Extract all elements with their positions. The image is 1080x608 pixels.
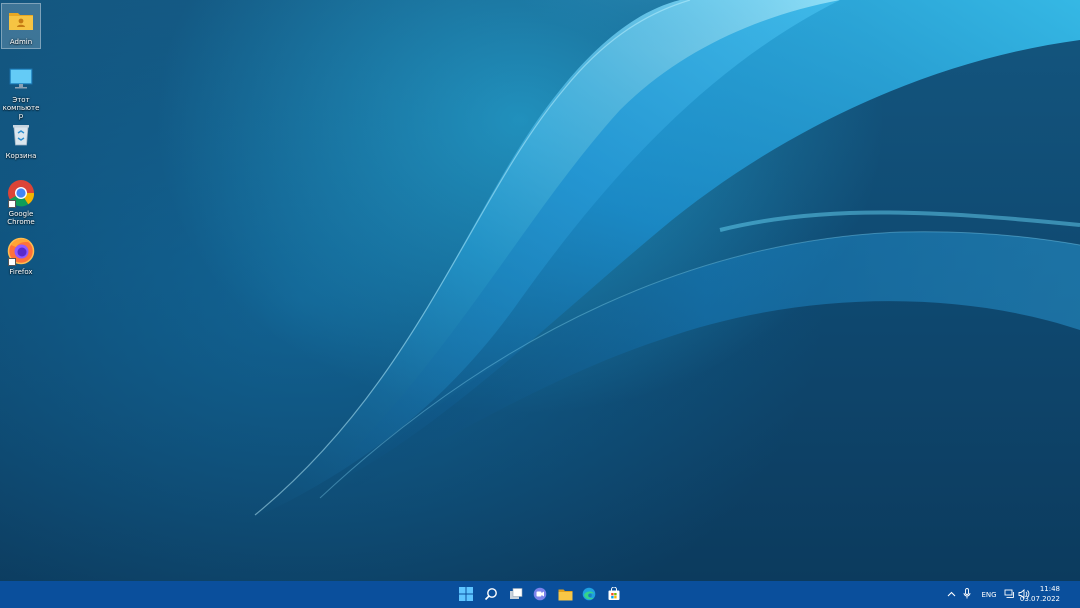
desktop-icon-this-pc[interactable]: Этот компьютер (2, 62, 40, 122)
input-language-button[interactable]: ENG (978, 585, 1000, 604)
network-icon (1004, 589, 1015, 601)
teams-chat-icon (533, 586, 547, 605)
clock[interactable]: 11:48 03.07.2022 (1020, 584, 1060, 604)
desktop-icon-admin[interactable]: Admin (1, 3, 41, 49)
chevron-up-icon (947, 591, 956, 599)
network-button[interactable] (1002, 585, 1016, 604)
search-button[interactable] (480, 584, 502, 606)
microphone-button[interactable] (960, 585, 974, 604)
shortcut-arrow-icon (8, 200, 16, 208)
desktop[interactable]: Admin Этот компьютер Корзина Google Chro… (0, 0, 1080, 581)
chat-button[interactable] (529, 584, 551, 606)
desktop-icon-label: Firefox (9, 268, 33, 276)
task-view-button[interactable] (505, 584, 527, 606)
windows-logo-icon (459, 586, 473, 605)
wallpaper-swirl (250, 0, 1080, 520)
taskbar: ENG 11:48 03.07.2022 (0, 581, 1080, 608)
show-hidden-icons-button[interactable] (944, 585, 958, 604)
shortcut-arrow-icon (8, 258, 16, 266)
edge-button[interactable] (578, 584, 600, 606)
recycle-bin-icon (6, 120, 36, 150)
desktop-icon-recycle-bin[interactable]: Корзина (2, 118, 40, 162)
input-language-label: ENG (981, 590, 997, 599)
task-view-icon (509, 586, 523, 605)
clock-time: 11:48 (1039, 585, 1060, 593)
desktop-icon-label: Google Chrome (7, 210, 35, 226)
store-icon (607, 586, 621, 605)
firefox-icon (6, 236, 36, 266)
start-button[interactable] (455, 584, 477, 606)
search-icon (484, 586, 498, 605)
desktop-icon-firefox[interactable]: Firefox (2, 234, 40, 278)
edge-icon (582, 586, 596, 605)
file-explorer-button[interactable] (554, 584, 576, 606)
chrome-icon (6, 178, 36, 208)
desktop-icon-google-chrome[interactable]: Google Chrome (2, 176, 40, 228)
clock-date: 03.07.2022 (1019, 595, 1060, 603)
this-pc-icon (6, 64, 36, 94)
store-button[interactable] (603, 584, 625, 606)
user-folder-icon (6, 6, 36, 36)
desktop-icon-label: Корзина (5, 152, 37, 160)
folder-icon (558, 586, 573, 605)
microphone-icon (963, 588, 971, 601)
desktop-icon-label: Admin (9, 38, 33, 46)
